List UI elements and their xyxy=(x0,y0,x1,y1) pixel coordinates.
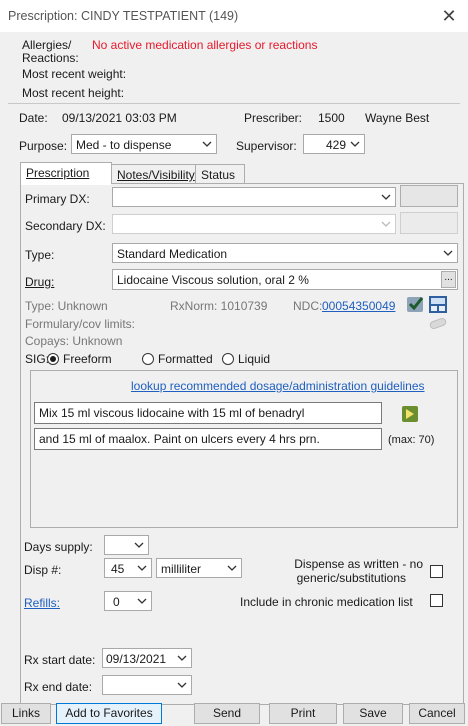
chevron-down-icon xyxy=(227,565,237,571)
window-title: Prescription: CINDY TESTPATIENT (149) xyxy=(8,9,239,23)
disp-qty-value: 45 xyxy=(111,562,125,576)
height-label: Most recent height: xyxy=(22,86,125,100)
formulary-label: Formulary/cov limits: xyxy=(25,317,136,331)
ndc-label: NDC: xyxy=(293,299,323,313)
sig-formatted-radio[interactable] xyxy=(142,353,154,365)
refills-dropdown[interactable]: 0 xyxy=(104,591,152,611)
chronic-label: Include in chronic medication list xyxy=(240,595,413,609)
chevron-down-icon xyxy=(381,194,391,200)
chevron-down-icon xyxy=(177,682,187,688)
tab-prescription[interactable]: Prescription xyxy=(20,162,112,184)
drug-type-info: Type: Unknown xyxy=(25,299,108,313)
reactions-label: Reactions: xyxy=(22,51,79,65)
sig-line1-input[interactable]: Mix 15 ml viscous lidocaine with 15 ml o… xyxy=(34,402,382,424)
save-button[interactable]: Save xyxy=(343,703,403,724)
primary-dx-label: Primary DX: xyxy=(25,192,90,206)
chevron-down-icon xyxy=(381,221,391,227)
purpose-dropdown[interactable]: Med - to dispense xyxy=(71,134,217,154)
chevron-down-icon xyxy=(202,141,212,147)
disp-unit-dropdown[interactable]: milliliter xyxy=(156,558,242,578)
sig-line2-value: and 15 ml of maalox. Paint on ulcers eve… xyxy=(39,432,320,446)
add-to-favorites-button[interactable]: Add to Favorites xyxy=(56,703,162,724)
purpose-label: Purpose: xyxy=(19,139,68,153)
chevron-down-icon xyxy=(350,141,360,147)
sig-liquid-label[interactable]: Liquid xyxy=(238,352,270,366)
sig-formatted-label[interactable]: Formatted xyxy=(158,352,213,366)
end-date-picker[interactable] xyxy=(102,675,192,695)
chronic-checkbox[interactable] xyxy=(430,594,443,607)
disp-label: Disp #: xyxy=(24,563,62,577)
sig-freeform-label[interactable]: Freeform xyxy=(63,352,112,366)
end-date-label: Rx end date: xyxy=(24,680,93,694)
days-supply-dropdown[interactable] xyxy=(104,535,149,555)
tab-label: Notes/Visibility xyxy=(117,168,195,182)
cancel-button[interactable]: Cancel xyxy=(409,703,465,724)
secondary-dx-code-box[interactable] xyxy=(400,212,458,234)
supervisor-dropdown[interactable]: 429 xyxy=(303,134,365,154)
refills-value: 0 xyxy=(113,595,120,609)
prescriber-name: Wayne Best xyxy=(365,111,430,125)
supervisor-value: 429 xyxy=(326,138,347,152)
tab-label: Prescription xyxy=(26,166,90,180)
date-label: Date: xyxy=(19,111,48,125)
chevron-down-icon xyxy=(137,565,147,571)
divider xyxy=(8,103,460,104)
disp-unit-value: milliliter xyxy=(161,562,201,576)
drug-value: Lidocaine Viscous solution, oral 2 % xyxy=(117,273,309,287)
drug-label: Drug: xyxy=(25,275,55,289)
daw-checkbox[interactable] xyxy=(430,565,443,578)
purpose-value: Med - to dispense xyxy=(76,138,172,152)
chevron-down-icon xyxy=(134,542,144,548)
sig-line2-input[interactable]: and 15 ml of maalox. Paint on ulcers eve… xyxy=(34,428,382,450)
tab-status[interactable]: Status xyxy=(195,164,245,184)
disp-qty-dropdown[interactable]: 45 xyxy=(104,558,152,578)
tab-notes-visibility[interactable]: Notes/Visibility xyxy=(111,164,196,184)
verify-check-icon[interactable] xyxy=(407,296,425,313)
links-button[interactable]: Links xyxy=(1,703,51,724)
send-button[interactable]: Send xyxy=(194,703,260,724)
close-icon[interactable]: ✕ xyxy=(437,4,461,28)
start-date-picker[interactable]: 09/13/2021 xyxy=(102,648,192,668)
sig-label: SIG: xyxy=(25,352,50,366)
daw-label-line2: generic/substitutions xyxy=(296,571,406,585)
chevron-down-icon xyxy=(177,655,187,661)
type-value: Standard Medication xyxy=(117,247,228,261)
type-label: Type: xyxy=(25,248,55,262)
tab-join xyxy=(21,183,111,185)
chevron-down-icon xyxy=(137,598,147,604)
date-value: 09/13/2021 03:03 PM xyxy=(62,111,177,125)
weight-label: Most recent weight: xyxy=(22,67,127,81)
allergies-label: Allergies/ xyxy=(22,38,72,52)
supervisor-label: Supervisor: xyxy=(236,139,297,153)
start-date-value: 09/13/2021 xyxy=(106,652,167,666)
tab-label: Status xyxy=(201,168,236,182)
drug-field[interactable]: Lidocaine Viscous solution, oral 2 % xyxy=(112,269,458,290)
max-note: (max: 70) xyxy=(388,434,435,446)
copays-label: Copays: Unknown xyxy=(25,334,123,348)
sig-liquid-radio[interactable] xyxy=(222,353,234,365)
secondary-dx-label: Secondary DX: xyxy=(25,219,106,233)
chevron-down-icon xyxy=(443,250,453,256)
prescriber-label: Prescriber: xyxy=(244,111,303,125)
monograph-icon[interactable] xyxy=(429,296,447,313)
days-supply-label: Days supply: xyxy=(24,540,93,554)
daw-label-line1: Dispense as written - no xyxy=(294,557,423,571)
print-button[interactable]: Print xyxy=(269,703,337,724)
drug-browse-button[interactable]: ... xyxy=(441,271,456,288)
primary-dx-dropdown[interactable] xyxy=(112,187,396,207)
prescriber-id: 1500 xyxy=(318,111,345,125)
primary-dx-code-box[interactable] xyxy=(400,185,458,207)
rxnorm-info: RxNorm: 1010739 xyxy=(170,299,268,313)
start-date-label: Rx start date: xyxy=(24,653,96,667)
lookup-dosage-link[interactable]: lookup recommended dosage/administration… xyxy=(131,379,425,393)
book-icon[interactable] xyxy=(401,405,419,423)
ndc-link[interactable]: 00054350049 xyxy=(322,299,395,313)
sig-freeform-radio[interactable] xyxy=(47,353,59,365)
pill-icon xyxy=(428,317,448,330)
allergies-value: No active medication allergies or reacti… xyxy=(92,38,318,52)
refills-link[interactable]: Refills: xyxy=(24,596,60,610)
sig-line1-value: Mix 15 ml viscous lidocaine with 15 ml o… xyxy=(39,406,305,420)
type-dropdown[interactable]: Standard Medication xyxy=(112,243,458,263)
secondary-dx-dropdown[interactable] xyxy=(112,214,396,234)
